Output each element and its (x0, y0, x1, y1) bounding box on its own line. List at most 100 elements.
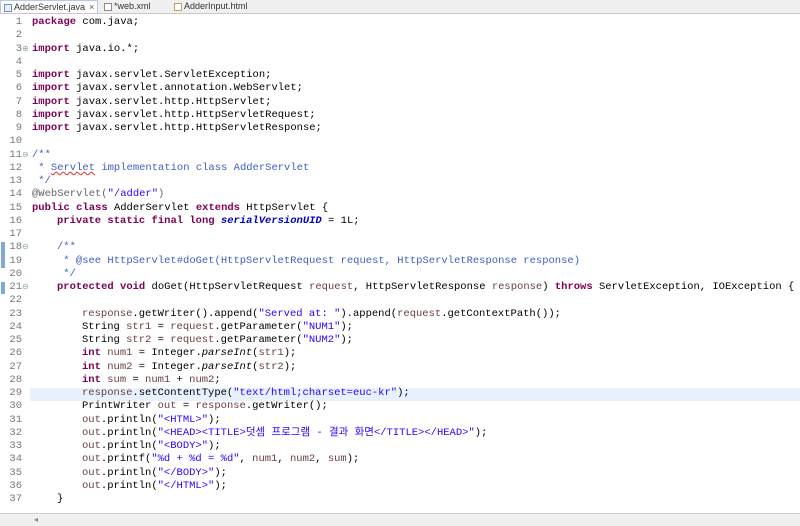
code-line[interactable]: 7 import javax.servlet.http.HttpServlet; (0, 96, 800, 109)
code-line[interactable]: 29 response.setContentType("text/html;cha… (0, 387, 800, 400)
code-token: num2 (189, 373, 215, 386)
code-line[interactable]: 32 out.println("<HEAD><TITLE>덧셈 프로그램 - 결과… (0, 427, 800, 440)
tab-adderinput-html[interactable]: AdderInput.html (174, 0, 248, 13)
code-line[interactable]: 21 ⊖ protected void doGet(HttpServletReque… (0, 281, 800, 294)
code-token: ); (208, 440, 221, 452)
code-token: ); (340, 334, 353, 346)
code-line[interactable]: 11 ⊖/** (0, 149, 800, 162)
line-number: 34 (9, 453, 22, 466)
tab-label: AdderInput.html (184, 1, 248, 11)
code-token: PrintWriter (82, 400, 158, 413)
line-number: 12 (9, 161, 22, 174)
code-line[interactable]: 35 out.println("</BODY>"); (0, 467, 800, 480)
code-token: import (32, 69, 70, 81)
code-token: out (82, 440, 101, 452)
fold-toggle-icon[interactable]: ⊖ (22, 149, 30, 162)
code-line[interactable]: 34 out.printf("%d + %d = %d", num1, num2,… (0, 453, 800, 466)
code-line[interactable]: 10 (0, 135, 800, 148)
code-token: import (32, 122, 70, 134)
scroll-left-icon[interactable]: ◂ (34, 514, 38, 526)
code-token: throws (554, 281, 593, 293)
code-token: .getContextPath()); (441, 307, 561, 320)
horizontal-scrollbar[interactable]: ◂ (0, 513, 800, 526)
fold-toggle-icon[interactable]: ⊕ (22, 43, 30, 56)
code-line[interactable]: 23 response.getWriter().append("Served at… (0, 308, 800, 321)
code-token: ).append( (340, 307, 398, 320)
code-token: ); (283, 347, 297, 360)
code-line[interactable]: 36 out.println("</HTML>"); (0, 480, 800, 493)
code-text: int num1 = Integer.parseInt(str1); (82, 347, 296, 360)
fold-toggle-icon[interactable]: ⊖ (22, 281, 30, 294)
code-line[interactable]: 14 @WebServlet("/adder") (0, 188, 800, 201)
code-line[interactable]: 3 ⊕ import java.io.*; (0, 43, 800, 56)
code-token: response (82, 387, 133, 399)
fold-toggle-icon[interactable]: ⊖ (22, 241, 30, 254)
code-line[interactable]: 27 int num2 = Integer.parseInt(str2); (0, 361, 800, 374)
line-number: 31 (9, 413, 22, 426)
code-token: request (170, 320, 215, 333)
code-token: "<BODY>" (157, 440, 209, 452)
code-token: out (157, 400, 177, 413)
code-line[interactable]: 13 */ (0, 175, 800, 188)
tab-adderservlet-java[interactable]: AdderServlet.java × (0, 0, 98, 13)
xml-file-icon (104, 2, 112, 11)
code-text: protected void doGet(HttpServletRequest … (57, 281, 794, 294)
code-token: .getWriter().append( (132, 307, 259, 320)
code-token: final (151, 214, 184, 227)
code-token: serialVersionUID (220, 214, 322, 227)
code-line[interactable]: 19 * @see HttpServlet#doGet(HttpServletR… (0, 255, 800, 268)
code-line[interactable]: 5 import javax.servlet.ServletException; (0, 69, 800, 82)
code-token: "<HEAD><TITLE>덧셈 프로그램 - 결과 화면</TITLE></H… (157, 426, 475, 439)
code-token: "NUM1" (302, 320, 341, 333)
code-line[interactable]: 37} (0, 493, 800, 506)
code-token: ); (214, 466, 227, 479)
code-token: HttpServlet#doGet(HttpServletRequest req… (107, 254, 580, 267)
code-line[interactable]: 4 (0, 56, 800, 69)
code-token: .setContentType( (132, 387, 234, 399)
code-text: int num2 = Integer.parseInt(str2); (82, 361, 296, 374)
code-line[interactable]: 28 int sum = num1 + num2; (0, 374, 800, 387)
line-number: 7 (15, 95, 22, 108)
code-line[interactable]: 31 out.println("<HTML>"); (0, 414, 800, 427)
code-line[interactable]: 30 PrintWriter out = response.getWriter()… (0, 400, 800, 413)
code-line[interactable]: 6 import javax.servlet.annotation.WebServ… (0, 82, 800, 95)
line-number: 18 (9, 241, 22, 254)
code-line[interactable]: 1 package com.java; (0, 16, 800, 29)
code-token: void (120, 281, 146, 293)
code-line[interactable]: 18 ⊖ /** (0, 241, 800, 254)
code-text: import javax.servlet.http.HttpServletRes… (32, 122, 322, 135)
code-token: out (82, 413, 101, 426)
line-number: 25 (9, 334, 22, 346)
code-token: "</HTML>" (157, 479, 215, 492)
code-token: num2 (107, 360, 133, 373)
line-number: 21 (9, 281, 22, 293)
code-line[interactable]: 24 String str1 = request.getParameter("NU… (0, 321, 800, 334)
code-line[interactable]: 20 */ (0, 268, 800, 281)
code-editor[interactable]: 1 package com.java; 2 3 ⊕ import java.io.*; 4 5… (0, 14, 800, 513)
tab-web-xml[interactable]: *web.xml (104, 0, 151, 13)
line-number: 6 (15, 82, 22, 95)
line-number: 13 (9, 175, 22, 187)
code-line[interactable]: 25 String str2 = request.getParameter("NU… (0, 334, 800, 347)
code-line[interactable]: 16 private static final long serialVersio… (0, 215, 800, 228)
code-token: AdderServlet (107, 201, 196, 214)
code-line[interactable]: 15 public class AdderServlet extends Http… (0, 202, 800, 215)
code-text: /** (32, 149, 51, 162)
code-line[interactable]: 12 * Servlet implementation class AdderS… (0, 162, 800, 175)
code-line[interactable]: 26 int num1 = Integer.parseInt(str1); (0, 347, 800, 360)
code-token: .getWriter(); (245, 400, 328, 413)
code-token: str1 (258, 347, 284, 360)
code-line[interactable]: 17 (0, 228, 800, 241)
code-token: ); (474, 426, 488, 439)
code-token: .println( (100, 466, 158, 479)
line-number: 1 (15, 16, 22, 28)
code-line[interactable]: 9 import javax.servlet.http.HttpServletRe… (0, 122, 800, 135)
close-icon[interactable]: × (89, 1, 94, 14)
code-line[interactable]: 8 import javax.servlet.http.HttpServletRe… (0, 109, 800, 122)
code-line[interactable]: 33 out.println("<BODY>"); (0, 440, 800, 453)
code-token: int (82, 373, 101, 386)
code-line[interactable]: 2 (0, 29, 800, 42)
code-line[interactable]: 22 (0, 294, 800, 307)
code-token: ); (208, 413, 221, 426)
code-token: javax.servlet.http.HttpServletRequest; (69, 108, 316, 121)
